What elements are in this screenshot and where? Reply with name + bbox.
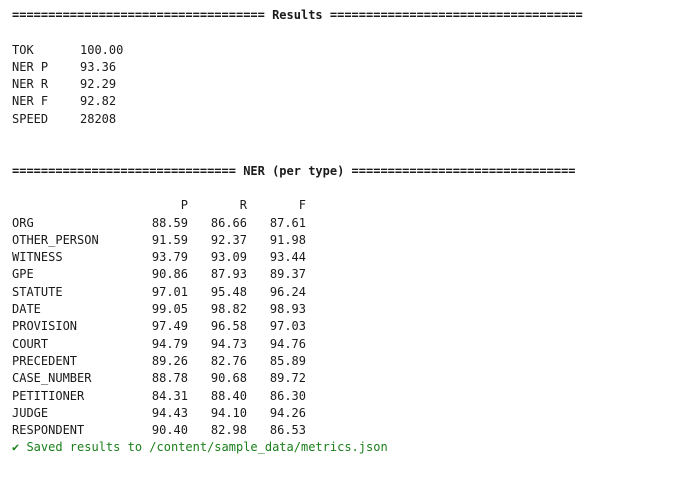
- metric-key: SPEED: [12, 111, 49, 126]
- recall-cell: 87.93: [210, 267, 247, 282]
- ner-banner: =============================== NER (per…: [12, 163, 576, 178]
- header-spacer: [12, 197, 137, 214]
- table-row: ORG 88.59 86.66 87.61: [12, 215, 677, 232]
- metric-row: NER R 92.29: [12, 76, 677, 93]
- results-banner: =================================== Resu…: [12, 8, 583, 22]
- precision-cell: 88.59: [151, 215, 188, 230]
- table-row: RESPONDENT 90.40 82.98 86.53: [12, 422, 677, 439]
- recall-cell: 94.10: [210, 405, 247, 420]
- f-score-cell: 86.30: [269, 388, 306, 403]
- metric-value: 93.36: [80, 59, 117, 74]
- precision-cell: 97.49: [151, 319, 188, 334]
- table-row: PROVISION 97.49 96.58 97.03: [12, 318, 677, 335]
- metric-row: NER F 92.82: [12, 93, 677, 110]
- row-label: OTHER_PERSON: [12, 232, 99, 247]
- metric-row: NER P 93.36: [12, 59, 677, 76]
- recall-cell: 88.40: [210, 388, 247, 403]
- row-label: ORG: [12, 215, 34, 230]
- table-row: OTHER_PERSON 91.59 92.37 91.98: [12, 232, 677, 249]
- f-score-cell: 87.61: [269, 215, 306, 230]
- row-label: CASE_NUMBER: [12, 371, 92, 386]
- recall-cell: 96.58: [210, 319, 247, 334]
- precision-cell: 90.86: [151, 267, 188, 282]
- recall-cell: 95.48: [210, 284, 247, 299]
- precision-cell: 94.43: [151, 405, 188, 420]
- table-row: WITNESS 93.79 93.09 93.44: [12, 249, 677, 266]
- table-row: PETITIONER 84.31 88.40 86.30: [12, 388, 677, 405]
- column-header-f: F: [298, 198, 306, 213]
- metric-key: TOK: [12, 42, 34, 57]
- metric-row: TOK 100.00: [12, 42, 677, 59]
- saved-message: ✔ Saved results to /content/sample_data/…: [12, 440, 388, 455]
- f-score-cell: 89.37: [269, 267, 306, 282]
- precision-cell: 88.78: [151, 371, 188, 386]
- precision-cell: 89.26: [151, 353, 188, 368]
- metric-key: NER F: [12, 94, 49, 109]
- table-row: GPE 90.86 87.93 89.37: [12, 266, 677, 283]
- precision-cell: 84.31: [151, 388, 188, 403]
- precision-cell: 97.01: [151, 284, 188, 299]
- terminal-output: =================================== Resu…: [12, 7, 677, 457]
- recall-cell: 90.68: [210, 371, 247, 386]
- table-row: STATUTE 97.01 95.48 96.24: [12, 284, 677, 301]
- table-row: PRECEDENT 89.26 82.76 85.89: [12, 353, 677, 370]
- f-score-cell: 96.24: [269, 284, 306, 299]
- row-label: GPE: [12, 267, 34, 282]
- metric-value: 100.00: [80, 42, 124, 57]
- f-score-cell: 86.53: [269, 423, 306, 438]
- recall-cell: 82.98: [210, 423, 247, 438]
- recall-cell: 93.09: [210, 250, 247, 265]
- recall-cell: 82.76: [210, 353, 247, 368]
- row-label: JUDGE: [12, 405, 49, 420]
- f-score-cell: 93.44: [269, 250, 306, 265]
- metric-key: NER R: [12, 77, 49, 92]
- recall-cell: 94.73: [210, 336, 247, 351]
- recall-cell: 98.82: [210, 302, 247, 317]
- precision-cell: 94.79: [151, 336, 188, 351]
- table-row: CASE_NUMBER 88.78 90.68 89.72: [12, 370, 677, 387]
- metric-value: 92.82: [80, 94, 117, 109]
- precision-cell: 93.79: [151, 250, 188, 265]
- precision-cell: 91.59: [151, 232, 188, 247]
- per-type-table: P R F ORG 88.59 86.66 87.61 OTHER_PERSON 91.5…: [12, 197, 677, 439]
- precision-cell: 99.05: [151, 302, 188, 317]
- column-header-p: P: [180, 198, 188, 213]
- metrics-list: TOK 100.00 NER P 93.36 NER R 92.29 NER F…: [12, 42, 677, 128]
- row-label: RESPONDENT: [12, 423, 85, 438]
- table-row: COURT 94.79 94.73 94.76: [12, 336, 677, 353]
- f-score-cell: 97.03: [269, 319, 306, 334]
- row-label: DATE: [12, 302, 41, 317]
- f-score-cell: 91.98: [269, 232, 306, 247]
- recall-cell: 92.37: [210, 232, 247, 247]
- row-label: WITNESS: [12, 250, 63, 265]
- row-label: PETITIONER: [12, 388, 85, 403]
- f-score-cell: 94.76: [269, 336, 306, 351]
- row-label: PROVISION: [12, 319, 78, 334]
- row-label: PRECEDENT: [12, 353, 78, 368]
- column-header-r: R: [239, 198, 247, 213]
- table-row: JUDGE 94.43 94.10 94.26: [12, 405, 677, 422]
- table-row: DATE 99.05 98.82 98.93: [12, 301, 677, 318]
- f-score-cell: 89.72: [269, 371, 306, 386]
- table-header-row: P R F: [12, 197, 677, 214]
- metric-value: 92.29: [80, 77, 117, 92]
- table-body: ORG 88.59 86.66 87.61 OTHER_PERSON 91.59 92.37…: [12, 215, 677, 440]
- recall-cell: 86.66: [210, 215, 247, 230]
- row-label: STATUTE: [12, 284, 63, 299]
- f-score-cell: 85.89: [269, 353, 306, 368]
- precision-cell: 90.40: [151, 423, 188, 438]
- metric-key: NER P: [12, 59, 49, 74]
- metric-row: SPEED 28208: [12, 111, 677, 128]
- row-label: COURT: [12, 336, 49, 351]
- metric-value: 28208: [80, 111, 117, 126]
- f-score-cell: 94.26: [269, 405, 306, 420]
- f-score-cell: 98.93: [269, 302, 306, 317]
